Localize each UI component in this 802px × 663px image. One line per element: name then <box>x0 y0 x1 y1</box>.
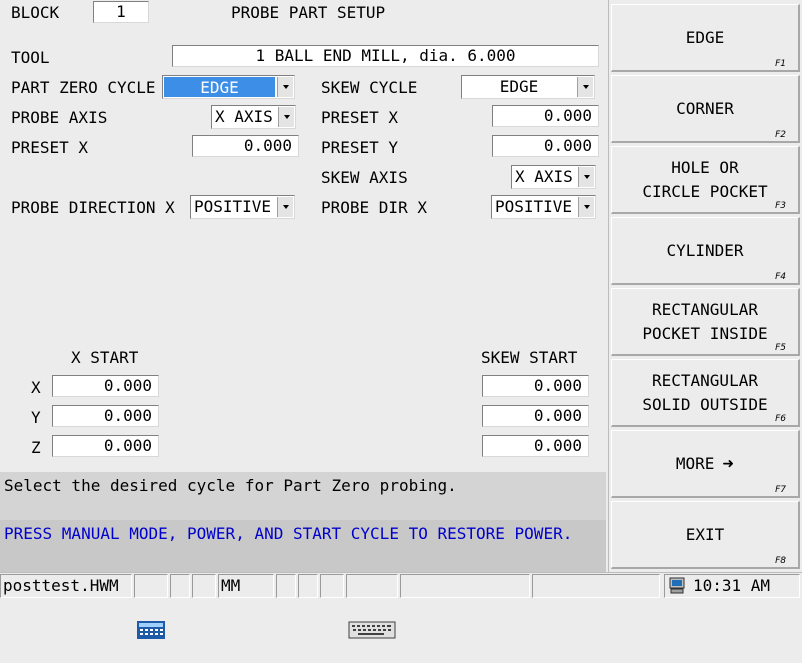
clock-time: 10:31 AM <box>693 576 771 595</box>
softkey-label: RECTANGULAR SOLID OUTSIDE <box>642 370 768 414</box>
probe-dir-dropdown[interactable]: POSITIVE <box>491 195 596 219</box>
chevron-down-icon[interactable] <box>277 77 293 97</box>
chevron-down-icon[interactable] <box>578 197 594 217</box>
status-cell <box>532 574 660 598</box>
keyboard-button[interactable] <box>346 574 398 639</box>
probe-axis-value: X AXIS <box>215 107 273 126</box>
function-key-label: F1 <box>775 59 786 69</box>
status-units: MM <box>218 574 274 598</box>
skew-cycle-label: SKEW CYCLE <box>321 78 418 97</box>
corner-softkey[interactable]: CORNER F2 <box>611 75 800 143</box>
function-key-label: F5 <box>775 343 786 353</box>
probe-direction-dropdown[interactable]: POSITIVE <box>190 195 295 219</box>
status-cell <box>400 574 530 598</box>
x-start-heading: X START <box>71 348 139 367</box>
status-filename: posttest.HWM <box>0 574 132 598</box>
x-start-y-field[interactable]: 0.000 <box>52 405 159 427</box>
status-cell <box>170 574 190 598</box>
function-key-label: F8 <box>775 556 786 566</box>
arrow-right-icon: ➜ <box>722 455 735 472</box>
softkey-label: HOLE OR CIRCLE POCKET <box>642 157 768 201</box>
part-zero-cycle-label: PART ZERO CYCLE <box>11 78 156 97</box>
alert-area: PRESS MANUAL MODE, POWER, AND START CYCL… <box>0 520 606 572</box>
preset-x-field[interactable]: 0.000 <box>192 135 299 157</box>
x-start-axis-label: Y <box>31 408 41 427</box>
skew-axis-value: X AXIS <box>515 167 573 186</box>
rectangular-solid-outside-softkey[interactable]: RECTANGULAR SOLID OUTSIDE F6 <box>611 359 800 427</box>
prompt-area: Select the desired cycle for Part Zero p… <box>0 472 606 520</box>
softkey-label: CORNER <box>676 98 734 118</box>
alert-message: PRESS MANUAL MODE, POWER, AND START CYCL… <box>4 524 573 543</box>
keyboard-icon <box>348 621 396 639</box>
softkey-label: EXIT <box>685 524 725 544</box>
probe-dir-value: POSITIVE <box>495 197 573 216</box>
prompt-message: Select the desired cycle for Part Zero p… <box>4 476 457 495</box>
x-start-axis-label: X <box>31 378 41 397</box>
chevron-down-icon[interactable] <box>578 167 594 187</box>
rectangular-pocket-inside-softkey[interactable]: RECTANGULAR POCKET INSIDE F5 <box>611 288 800 356</box>
probe-direction-label: PROBE DIRECTION X <box>11 198 175 217</box>
status-cell <box>298 574 318 598</box>
softkey-label: RECTANGULAR POCKET INSIDE <box>642 299 768 343</box>
block-label: BLOCK <box>11 3 60 22</box>
skew-start-z-field[interactable]: 0.000 <box>482 435 589 457</box>
part-zero-cycle-value: EDGE <box>164 77 275 97</box>
skew-cycle-value: EDGE <box>499 77 539 96</box>
function-key-label: F4 <box>775 272 786 282</box>
probe-axis-label: PROBE AXIS <box>11 108 108 127</box>
status-cell <box>192 574 216 598</box>
probe-dir-label: PROBE DIR X <box>321 198 427 217</box>
skew-start-x-field[interactable]: 0.000 <box>482 375 589 397</box>
function-key-label: F3 <box>775 201 786 211</box>
skew-preset-x-field[interactable]: 0.000 <box>492 105 599 127</box>
skew-preset-y-field[interactable]: 0.000 <box>492 135 599 157</box>
x-start-axis-label: Z <box>31 438 41 457</box>
skew-preset-x-label: PRESET X <box>321 108 399 127</box>
skew-axis-label: SKEW AXIS <box>321 168 408 187</box>
calculator-button[interactable] <box>134 574 168 639</box>
probe-direction-value: POSITIVE <box>194 197 272 216</box>
skew-preset-y-label: PRESET Y <box>321 138 399 157</box>
softkey-label: CYLINDER <box>666 240 744 260</box>
function-key-label: F6 <box>775 414 786 424</box>
cylinder-softkey[interactable]: CYLINDER F4 <box>611 217 800 285</box>
status-cell <box>320 574 344 598</box>
preset-x-label: PRESET X <box>11 138 89 157</box>
status-clock: 10:31 AM <box>664 574 800 598</box>
chevron-down-icon[interactable] <box>577 77 593 97</box>
chevron-down-icon[interactable] <box>277 197 293 217</box>
x-start-x-field[interactable]: 0.000 <box>52 375 159 397</box>
chevron-down-icon[interactable] <box>278 107 294 127</box>
edge-softkey[interactable]: EDGE F1 <box>611 4 800 72</box>
skew-start-heading: SKEW START <box>481 348 578 367</box>
softkey-label: EDGE <box>685 27 725 47</box>
probe-axis-dropdown[interactable]: X AXIS <box>211 105 296 129</box>
exit-softkey[interactable]: EXIT F8 <box>611 501 800 569</box>
more-softkey[interactable]: MORE ➜ F7 <box>611 430 800 498</box>
skew-axis-dropdown[interactable]: X AXIS <box>511 165 596 189</box>
function-key-label: F7 <box>775 485 786 495</box>
status-cell <box>276 574 296 598</box>
softkey-label: MORE <box>675 453 715 473</box>
block-number-field[interactable]: 1 <box>93 1 149 23</box>
skew-cycle-dropdown[interactable]: EDGE <box>461 75 595 99</box>
function-key-label: F2 <box>775 130 786 140</box>
computer-icon <box>669 577 685 594</box>
calculator-icon <box>137 621 165 639</box>
page-title: PROBE PART SETUP <box>231 3 386 22</box>
x-start-z-field[interactable]: 0.000 <box>52 435 159 457</box>
tool-label: TOOL <box>11 48 50 67</box>
tool-field[interactable]: 1 BALL END MILL, dia. 6.000 <box>172 45 599 67</box>
skew-start-y-field[interactable]: 0.000 <box>482 405 589 427</box>
hole-circle-pocket-softkey[interactable]: HOLE OR CIRCLE POCKET F3 <box>611 146 800 214</box>
part-zero-cycle-dropdown[interactable]: EDGE <box>162 75 295 99</box>
